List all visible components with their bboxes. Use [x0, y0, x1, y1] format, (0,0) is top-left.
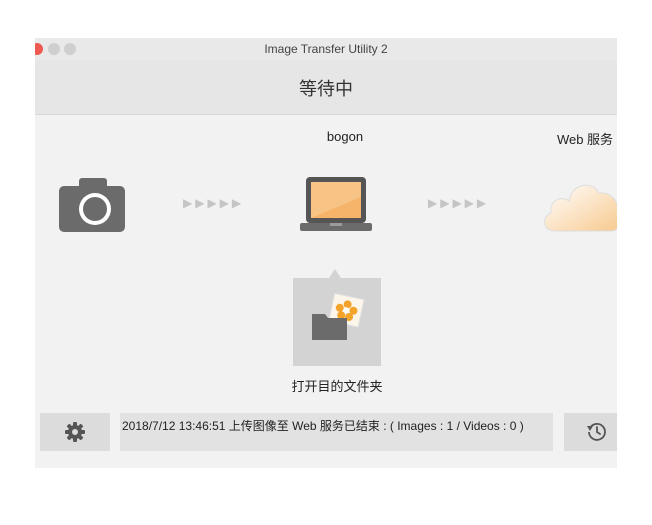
title-bar: Image Transfer Utility 2: [35, 38, 617, 60]
folder-photo-icon: [312, 292, 365, 340]
window-title: Image Transfer Utility 2: [264, 42, 388, 56]
web-service-label: Web 服务: [556, 132, 614, 147]
transfer-arrows-computer-to-web: ▶▶▶▶▶: [428, 196, 490, 210]
cloud-icon: [544, 184, 617, 232]
transfer-log: 2018/7/12 13:46:51 上传图像至 Web 服务已结束 : ( I…: [120, 413, 553, 451]
camera-icon: [59, 178, 125, 232]
settings-button[interactable]: [40, 413, 110, 451]
status-title: 等待中: [299, 79, 353, 99]
transfer-arrows-camera-to-computer: ▶▶▶▶▶: [183, 196, 245, 210]
log-message: 2018/7/12 13:46:51 上传图像至 Web 服务已结束 : ( I…: [122, 419, 524, 433]
status-header: 等待中: [35, 60, 617, 115]
open-destination-folder-label: 打开目的文件夹: [291, 379, 383, 394]
open-destination-folder-button[interactable]: [293, 278, 381, 366]
app-window: Image Transfer Utility 2 等待中 bogon Web 服…: [35, 38, 617, 468]
callout-pointer: [329, 269, 341, 278]
laptop-icon: [300, 177, 372, 231]
history-icon: [587, 423, 606, 441]
computer-label: bogon: [326, 129, 364, 144]
history-button[interactable]: [564, 413, 617, 451]
gear-icon: [65, 422, 85, 442]
